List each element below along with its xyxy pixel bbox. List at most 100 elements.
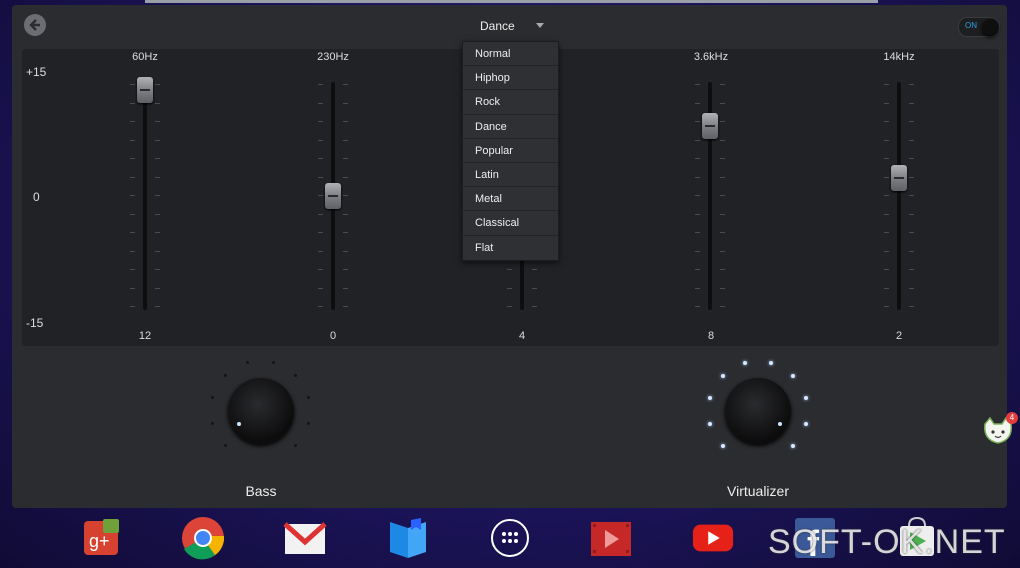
virtualizer-label: Virtualizer <box>727 483 789 499</box>
band-slider-thumb[interactable] <box>702 113 718 139</box>
slider-tick <box>155 306 160 307</box>
band-slider-thumb[interactable] <box>891 165 907 191</box>
slider-tick <box>155 139 160 141</box>
scale-zero-label: 0 <box>33 190 40 204</box>
band-freq-label: 14kHz <box>883 51 915 63</box>
preset-option-dance[interactable]: Dance <box>463 115 558 139</box>
slider-tick <box>343 213 348 215</box>
slider-tick <box>720 176 725 178</box>
slider-tick <box>720 84 725 85</box>
band-slider-thumb[interactable] <box>137 77 153 103</box>
play-books-icon[interactable] <box>386 516 430 560</box>
slider-tick <box>130 269 135 270</box>
slider-tick <box>130 139 135 141</box>
slider-tick <box>343 269 348 270</box>
preset-menu: Normal Hiphop Rock Dance Popular Latin M… <box>462 41 559 261</box>
slider-tick <box>155 213 160 215</box>
band-freq-label: 3.6kHz <box>693 51 729 63</box>
preset-dropdown[interactable]: Dance <box>466 14 552 38</box>
slider-tick <box>695 176 700 178</box>
toggle-label: ON <box>965 21 977 30</box>
knob-level-dot <box>791 444 796 449</box>
slider-tick <box>130 195 135 196</box>
slider-tick <box>130 250 135 252</box>
slider-tick <box>343 84 348 85</box>
slider-tick <box>343 121 348 122</box>
preset-option-metal[interactable]: Metal <box>463 187 558 212</box>
slider-tick <box>318 176 323 178</box>
preset-option-rock[interactable]: Rock <box>463 90 558 115</box>
preset-option-hiphop[interactable]: Hiphop <box>463 66 558 91</box>
knob-level-dot <box>223 444 227 448</box>
slider-tick <box>720 250 725 252</box>
slider-tick <box>909 139 914 141</box>
preset-option-latin[interactable]: Latin <box>463 163 558 188</box>
slider-tick <box>155 176 160 178</box>
slider-tick <box>909 213 914 215</box>
slider-tick <box>720 195 725 196</box>
slider-tick <box>130 176 135 178</box>
knob-level-dot <box>210 396 214 400</box>
slider-tick <box>343 158 348 159</box>
floating-cat-widget[interactable]: 4 <box>982 412 1018 446</box>
knob-level-dot <box>791 373 796 378</box>
back-button[interactable] <box>24 14 46 36</box>
slider-tick <box>695 306 700 307</box>
watermark: SOFT-OK.NET <box>768 523 1006 561</box>
play-movies-icon[interactable] <box>589 516 633 560</box>
slider-tick <box>720 121 725 122</box>
slider-tick <box>532 287 537 289</box>
preset-option-popular[interactable]: Popular <box>463 139 558 163</box>
slider-tick <box>695 213 700 215</box>
slider-tick <box>884 213 889 215</box>
slider-tick <box>155 287 160 289</box>
slider-tick <box>909 158 914 159</box>
band-freq-label: 60Hz <box>132 51 158 63</box>
chrome-icon[interactable] <box>181 516 225 560</box>
slider-tick <box>720 213 725 215</box>
gmail-icon[interactable] <box>283 516 327 560</box>
band-slider-track[interactable] <box>897 82 901 310</box>
toggle-knob <box>982 19 998 35</box>
slider-tick <box>720 102 725 104</box>
preset-option-classical[interactable]: Classical <box>463 211 558 236</box>
slider-tick <box>343 176 348 178</box>
slider-tick <box>884 121 889 122</box>
slider-tick <box>318 287 323 289</box>
slider-tick <box>155 158 160 159</box>
band-slider-track[interactable] <box>143 82 147 310</box>
slider-tick <box>695 139 700 141</box>
slider-tick <box>343 102 348 104</box>
slider-tick <box>343 287 348 289</box>
youtube-icon[interactable] <box>691 516 735 560</box>
slider-tick <box>155 84 160 85</box>
band-value-label: 12 <box>138 330 152 342</box>
bass-knob-ring <box>206 356 316 456</box>
bass-knob[interactable] <box>228 378 294 444</box>
slider-tick <box>909 269 914 270</box>
google-plus-icon[interactable]: g+ <box>80 516 124 560</box>
slider-tick <box>507 287 512 289</box>
slider-tick <box>318 250 323 252</box>
slider-tick <box>909 250 914 252</box>
slider-tick <box>884 176 889 178</box>
band-value-label: 2 <box>895 330 903 342</box>
knob-level-dot <box>307 396 311 400</box>
knob-level-dot <box>720 444 725 449</box>
virtualizer-knob[interactable] <box>725 378 791 444</box>
preset-option-normal[interactable]: Normal <box>463 42 558 67</box>
app-drawer-icon[interactable] <box>488 516 532 560</box>
preset-option-flat[interactable]: Flat <box>463 236 558 260</box>
band-slider-thumb[interactable] <box>325 183 341 209</box>
bass-label: Bass <box>245 483 277 499</box>
slider-tick <box>130 102 135 104</box>
power-toggle[interactable]: ON <box>958 17 1000 37</box>
knob-level-dot <box>223 373 227 377</box>
knob-level-dot <box>271 360 275 364</box>
slider-tick <box>884 139 889 141</box>
slider-tick <box>532 306 537 307</box>
slider-tick <box>884 84 889 85</box>
slider-tick <box>909 102 914 104</box>
slider-tick <box>155 121 160 122</box>
slider-tick <box>507 269 512 270</box>
